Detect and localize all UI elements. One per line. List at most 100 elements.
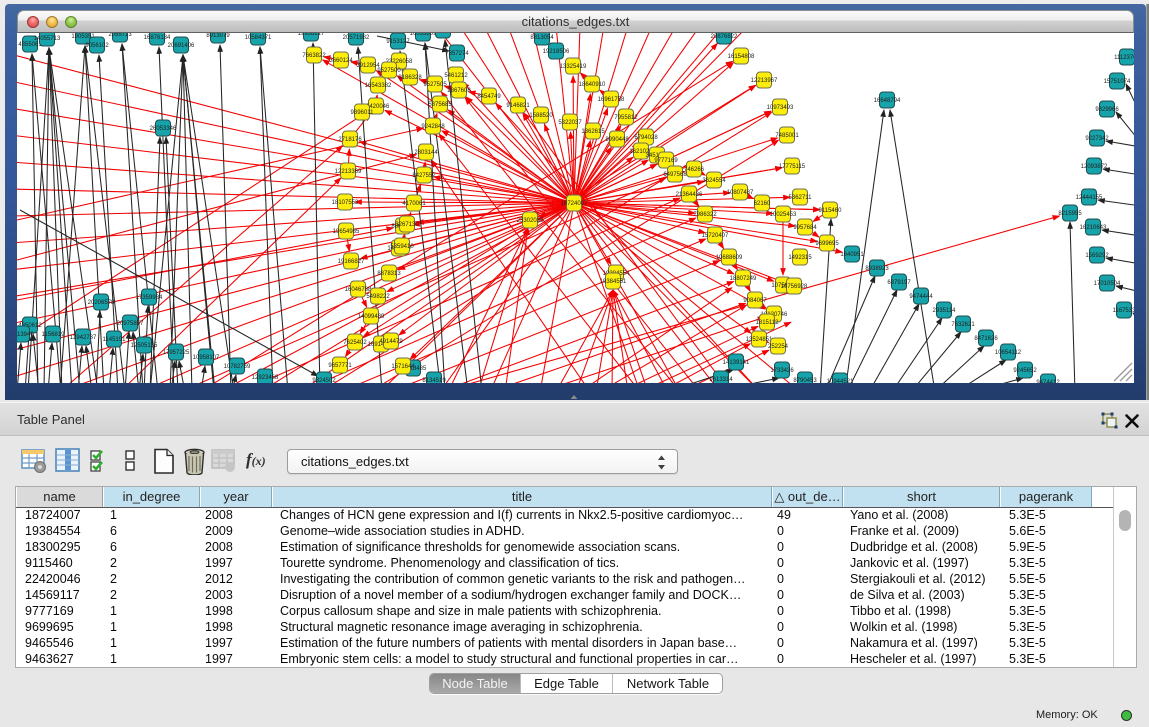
svg-text:9777169: 9777169 [654, 158, 678, 164]
svg-text:9896011: 9896011 [351, 110, 375, 116]
svg-text:9146821: 9146821 [506, 103, 530, 109]
svg-text:9242848: 9242848 [421, 124, 445, 130]
svg-text:14139141: 14139141 [723, 360, 750, 366]
svg-text:12505135: 12505135 [131, 343, 158, 349]
svg-text:19218506: 19218506 [543, 49, 570, 55]
svg-text:3913940: 3913940 [17, 332, 34, 338]
svg-text:5461212: 5461212 [444, 73, 468, 79]
svg-text:14099489: 14099489 [358, 314, 385, 320]
svg-text:1815112: 1815112 [756, 320, 780, 326]
svg-text:252254: 252254 [768, 344, 789, 350]
svg-text:9056102: 9056102 [85, 43, 109, 49]
svg-text:12213967: 12213967 [751, 78, 778, 84]
svg-text:8790453: 8790453 [793, 378, 817, 383]
svg-text:7625402: 7625402 [343, 340, 367, 346]
svg-text:26053346: 26053346 [150, 126, 177, 132]
svg-text:10756928: 10756928 [781, 284, 808, 290]
svg-text:7357274: 7357274 [445, 51, 469, 57]
svg-text:1733426: 1733426 [770, 368, 794, 374]
svg-text:9527500: 9527500 [377, 68, 401, 74]
svg-text:6379197: 6379197 [887, 280, 911, 286]
svg-text:1571644: 1571644 [391, 364, 415, 370]
svg-text:20876822: 20876822 [711, 34, 738, 40]
svg-text:10688609: 10688609 [716, 255, 743, 261]
svg-text:5875685: 5875685 [428, 102, 452, 108]
svg-text:17359934: 17359934 [136, 295, 163, 301]
svg-text:1569292: 1569292 [1085, 253, 1109, 259]
svg-text:8427552: 8427552 [412, 173, 436, 179]
svg-text:2867608: 2867608 [447, 88, 471, 94]
svg-text:16648794: 16648794 [874, 98, 901, 104]
svg-text:9699695: 9699695 [815, 241, 839, 247]
svg-text:23302035: 23302035 [517, 218, 544, 224]
svg-text:18107553: 18107553 [332, 200, 359, 206]
svg-text:8454749: 8454749 [477, 94, 501, 100]
svg-text:1640951: 1640951 [840, 252, 864, 258]
svg-text:1156819: 1156819 [42, 332, 66, 338]
svg-text:8878313: 8878313 [377, 271, 401, 277]
svg-text:16543382: 16543382 [365, 83, 392, 89]
svg-text:18807249: 18807249 [730, 276, 757, 282]
svg-text:8471626: 8471626 [974, 336, 998, 342]
svg-text:18640910: 18640910 [579, 82, 606, 88]
svg-text:8913079: 8913079 [206, 33, 230, 39]
svg-text:19384551: 19384551 [600, 279, 627, 285]
svg-text:16046788: 16046788 [345, 287, 372, 293]
svg-text:6497568: 6497568 [663, 172, 687, 178]
svg-text:10807487: 10807487 [727, 190, 754, 196]
svg-text:1492315: 1492315 [788, 255, 812, 261]
svg-text:20206578: 20206578 [88, 300, 115, 306]
svg-text:14055713: 14055713 [34, 36, 61, 42]
svg-text:13524851: 13524851 [746, 337, 773, 343]
svg-text:746266: 746266 [684, 167, 705, 173]
svg-text:5359410: 5359410 [390, 244, 414, 250]
svg-text:5362711: 5362711 [789, 195, 813, 201]
svg-text:8990448: 8990448 [605, 137, 629, 143]
svg-text:1527602: 1527602 [431, 33, 455, 34]
svg-text:10654112: 10654112 [995, 350, 1022, 356]
svg-text:7663822: 7663822 [302, 53, 326, 59]
svg-text:5322037: 5322037 [558, 120, 582, 126]
svg-text:9084067: 9084067 [743, 298, 767, 304]
svg-text:20691406: 20691406 [168, 43, 195, 49]
svg-text:16961758: 16961758 [598, 97, 625, 103]
svg-text:7485001: 7485001 [775, 133, 799, 139]
svg-text:1588520: 1588520 [529, 113, 553, 119]
svg-text:10973493: 10973493 [767, 105, 794, 111]
svg-text:8134519: 8134519 [422, 378, 446, 383]
svg-text:13325419: 13325419 [560, 64, 587, 70]
svg-text:9613314: 9613314 [709, 377, 733, 383]
svg-text:7955812: 7955812 [614, 115, 638, 121]
svg-text:9527505: 9527505 [423, 82, 447, 88]
svg-text:15720407: 15720407 [702, 233, 729, 239]
svg-text:9115460: 9115460 [819, 208, 843, 214]
svg-text:12444155: 12444155 [1076, 195, 1103, 201]
svg-text:19166827: 19166827 [338, 259, 365, 265]
svg-text:16210643: 16210643 [1080, 225, 1107, 231]
svg-text:8186328: 8186328 [398, 75, 422, 81]
svg-text:2935114: 2935114 [933, 308, 957, 314]
svg-text:1145191: 1145191 [103, 337, 127, 343]
svg-text:10944521: 10944521 [827, 379, 854, 383]
svg-text:3660124: 3660124 [329, 58, 353, 64]
svg-text:20975857: 20975857 [117, 321, 144, 327]
svg-text:19938217: 19938217 [298, 33, 325, 37]
svg-text:17957225: 17957225 [163, 350, 190, 356]
svg-text:2055713: 2055713 [108, 33, 132, 38]
svg-text:8938923: 8938923 [865, 266, 889, 272]
svg-text:4170061: 4170061 [402, 201, 426, 207]
svg-text:10782759: 10782759 [224, 364, 251, 370]
svg-text:21364436: 21364436 [676, 192, 703, 198]
svg-text:4914479: 4914479 [379, 339, 403, 345]
svg-text:9227342: 9227342 [1085, 136, 1109, 142]
svg-text:7632621: 7632621 [951, 322, 975, 328]
svg-text:16876134: 16876134 [144, 35, 171, 41]
svg-text:10958107: 10958107 [193, 355, 220, 361]
svg-text:18724007: 18724007 [561, 201, 588, 207]
svg-text:12923468: 12923468 [252, 375, 279, 381]
svg-text:9474412: 9474412 [1036, 380, 1060, 383]
svg-text:16154808: 16154808 [728, 54, 755, 60]
svg-text:12213369: 12213369 [335, 169, 362, 175]
svg-text:7986322: 7986322 [693, 212, 717, 218]
svg-text:2803144: 2803144 [414, 150, 438, 156]
